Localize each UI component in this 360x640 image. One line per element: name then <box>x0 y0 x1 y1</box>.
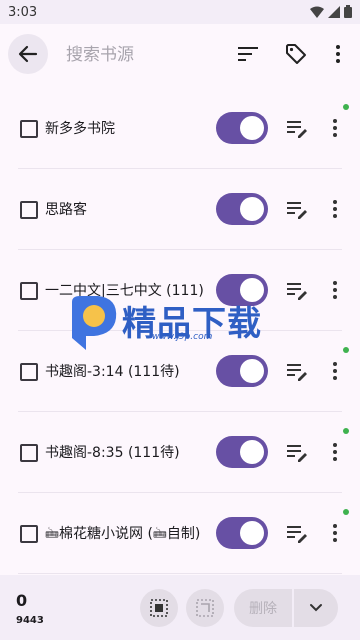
select-checkbox[interactable] <box>20 282 38 300</box>
search-input[interactable] <box>64 36 218 74</box>
select-checkbox[interactable] <box>20 363 38 381</box>
edit-icon[interactable] <box>286 198 308 220</box>
delete-button[interactable]: 删除 <box>234 589 292 627</box>
select-all-button[interactable] <box>140 589 178 627</box>
edit-icon[interactable] <box>286 522 308 544</box>
enable-switch[interactable] <box>216 274 268 306</box>
new-indicator-dot <box>343 428 349 434</box>
source-name: 一二中文|三七中文 (111) <box>45 283 204 299</box>
enable-switch[interactable] <box>216 436 268 468</box>
more-vert-icon[interactable] <box>327 438 343 466</box>
enable-switch[interactable] <box>216 355 268 387</box>
edit-icon[interactable] <box>286 279 308 301</box>
group-tag-button[interactable] <box>282 40 310 68</box>
list-item[interactable]: 书趣阁-3:14 (111待) <box>0 331 360 412</box>
more-actions-dropdown[interactable] <box>294 589 338 627</box>
sort-button[interactable] <box>234 40 262 68</box>
status-bar: 3:03 <box>0 0 360 24</box>
more-vert-icon[interactable] <box>327 114 343 142</box>
arrow-back-icon <box>18 45 38 63</box>
source-name: 🖮棉花糖小说网 (🖮自制) <box>45 526 201 542</box>
overflow-menu-button[interactable] <box>324 40 352 68</box>
more-vert-icon <box>336 45 340 63</box>
list-item[interactable]: 书趣阁-8:35 (111待) <box>0 412 360 493</box>
wifi-icon <box>310 6 324 18</box>
list-item[interactable]: 新多多书院 <box>0 88 360 169</box>
deselect-icon <box>196 599 214 617</box>
top-app-bar <box>0 24 360 88</box>
more-vert-icon[interactable] <box>327 276 343 304</box>
select-checkbox[interactable] <box>20 444 38 462</box>
enable-switch[interactable] <box>216 193 268 225</box>
select-checkbox[interactable] <box>20 525 38 543</box>
book-source-list: 新多多书院 思路客 一二中文|三七中文 (111) 书趣阁-3:14 (111待… <box>0 88 360 574</box>
signal-icon <box>328 5 340 18</box>
more-vert-icon[interactable] <box>327 357 343 385</box>
tag-icon <box>286 44 306 64</box>
back-button[interactable] <box>8 34 48 74</box>
invert-selection-button[interactable] <box>186 589 224 627</box>
status-time: 3:03 <box>8 4 38 20</box>
select-checkbox[interactable] <box>20 120 38 138</box>
new-indicator-dot <box>343 104 349 110</box>
enable-switch[interactable] <box>216 112 268 144</box>
list-item[interactable]: 一二中文|三七中文 (111) <box>0 250 360 331</box>
selected-count: 0 <box>16 591 28 610</box>
selection-action-bar: 0 9443 删除 <box>0 575 360 640</box>
edit-icon[interactable] <box>286 117 308 139</box>
more-vert-icon[interactable] <box>327 519 343 547</box>
more-vert-icon[interactable] <box>327 195 343 223</box>
total-count: 9443 <box>16 615 44 626</box>
source-name: 书趣阁-3:14 (111待) <box>45 364 180 380</box>
sort-icon <box>238 47 258 61</box>
source-name: 新多多书院 <box>45 121 115 137</box>
status-icons <box>310 5 352 18</box>
new-indicator-dot <box>343 347 349 353</box>
list-item[interactable]: 思路客 <box>0 169 360 250</box>
battery-icon <box>344 5 352 18</box>
edit-icon[interactable] <box>286 441 308 463</box>
enable-switch[interactable] <box>216 517 268 549</box>
chevron-down-icon <box>310 604 322 612</box>
list-item[interactable]: 🖮棉花糖小说网 (🖮自制) <box>0 493 360 574</box>
select-all-icon <box>150 599 168 617</box>
source-name: 思路客 <box>45 202 87 218</box>
select-checkbox[interactable] <box>20 201 38 219</box>
edit-icon[interactable] <box>286 360 308 382</box>
source-name: 书趣阁-8:35 (111待) <box>45 445 180 461</box>
new-indicator-dot <box>343 509 349 515</box>
